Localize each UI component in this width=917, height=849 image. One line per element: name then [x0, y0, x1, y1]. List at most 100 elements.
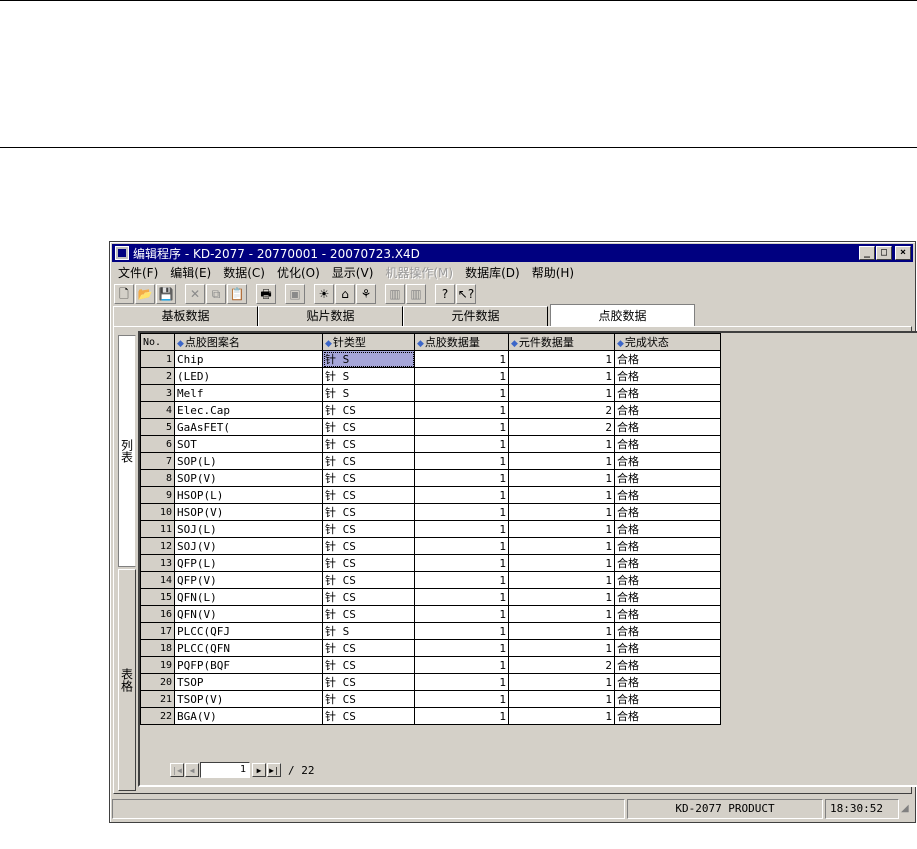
- dispense-count-cell[interactable]: 1: [414, 554, 509, 572]
- part-count-cell[interactable]: 2: [508, 418, 615, 436]
- pattern-name-cell[interactable]: TSOP: [174, 673, 323, 691]
- part-count-cell[interactable]: 1: [508, 350, 615, 368]
- pattern-name-cell[interactable]: (LED): [174, 367, 323, 385]
- part-count-cell[interactable]: 1: [508, 469, 615, 487]
- maximize-button[interactable]: □: [876, 246, 892, 260]
- needle-type-cell[interactable]: 针 S: [322, 384, 415, 402]
- needle-type-cell[interactable]: 针 S: [322, 350, 415, 368]
- needle-type-cell[interactable]: 针 CS: [322, 554, 415, 572]
- pattern-name-cell[interactable]: SOP(L): [174, 452, 323, 470]
- menu-item-4[interactable]: 显示(V): [326, 264, 380, 281]
- table-row[interactable]: 9 HSOP(L) 针 CS 1 1 合格: [140, 486, 721, 504]
- row-number[interactable]: 19: [140, 656, 175, 674]
- prev-record-button[interactable]: ◀: [185, 763, 199, 777]
- pattern-name-cell[interactable]: TSOP(V): [174, 690, 323, 708]
- table-row[interactable]: 6 SOT 针 CS 1 1 合格: [140, 435, 721, 453]
- dispense-count-cell[interactable]: 1: [414, 435, 509, 453]
- menu-item-5[interactable]: 机器操作(M): [379, 264, 459, 281]
- optimize-button[interactable]: ⚘: [356, 284, 376, 304]
- pattern-name-cell[interactable]: BGA(V): [174, 707, 323, 725]
- row-number[interactable]: 15: [140, 588, 175, 606]
- table-row[interactable]: 1 Chip 针 S 1 1 合格: [140, 350, 721, 368]
- table-row[interactable]: 5 GaAsFET(针 CS 1 2 合格: [140, 418, 721, 436]
- open-folder-button[interactable]: 📂: [135, 284, 155, 304]
- pattern-name-cell[interactable]: PLCC(QFN: [174, 639, 323, 657]
- needle-type-cell[interactable]: 针 CS: [322, 418, 415, 436]
- new-file-button[interactable]: 🗋: [114, 284, 134, 304]
- dispense-count-cell[interactable]: 1: [414, 350, 509, 368]
- record-number-input[interactable]: 1: [200, 762, 250, 778]
- stop-button[interactable]: ▥: [406, 284, 426, 304]
- dispense-count-cell[interactable]: 1: [414, 367, 509, 385]
- paste-button[interactable]: 📋: [227, 284, 247, 304]
- pattern-name-cell[interactable]: SOT: [174, 435, 323, 453]
- status-cell[interactable]: 合格: [614, 622, 721, 640]
- needle-type-cell[interactable]: 针 CS: [322, 571, 415, 589]
- find-button[interactable]: ▣: [285, 284, 305, 304]
- row-number[interactable]: 2: [140, 367, 175, 385]
- status-cell[interactable]: 合格: [614, 435, 721, 453]
- row-number[interactable]: 9: [140, 486, 175, 504]
- menu-item-6[interactable]: 数据库(D): [459, 264, 526, 281]
- status-cell[interactable]: 合格: [614, 537, 721, 555]
- needle-type-cell[interactable]: 针 CS: [322, 605, 415, 623]
- dispense-count-cell[interactable]: 1: [414, 571, 509, 589]
- row-number[interactable]: 6: [140, 435, 175, 453]
- needle-type-cell[interactable]: 针 CS: [322, 673, 415, 691]
- part-count-cell[interactable]: 1: [508, 452, 615, 470]
- light-button[interactable]: ☀: [314, 284, 334, 304]
- column-header-dispense-count[interactable]: ◆点胶数据量: [414, 333, 509, 351]
- resize-grip-icon[interactable]: ◢: [901, 799, 913, 817]
- row-number[interactable]: 14: [140, 571, 175, 589]
- table-row[interactable]: 22 BGA(V) 针 CS 1 1 合格: [140, 707, 721, 725]
- row-number[interactable]: 11: [140, 520, 175, 538]
- row-number[interactable]: 20: [140, 673, 175, 691]
- dispense-count-cell[interactable]: 1: [414, 656, 509, 674]
- column-header-needle[interactable]: ◆针类型: [322, 333, 415, 351]
- table-row[interactable]: 11 SOJ(L) 针 CS 1 1 合格: [140, 520, 721, 538]
- copy-button[interactable]: ⧉: [206, 284, 226, 304]
- needle-type-cell[interactable]: 针 CS: [322, 639, 415, 657]
- dispense-count-cell[interactable]: 1: [414, 469, 509, 487]
- pattern-name-cell[interactable]: SOJ(L): [174, 520, 323, 538]
- dispense-count-cell[interactable]: 1: [414, 605, 509, 623]
- part-count-cell[interactable]: 2: [508, 401, 615, 419]
- status-cell[interactable]: 合格: [614, 503, 721, 521]
- table-row[interactable]: 4 Elec.Cap 针 CS 1 2 合格: [140, 401, 721, 419]
- table-row[interactable]: 2 (LED) 针 S 1 1 合格: [140, 367, 721, 385]
- first-record-button[interactable]: |◀: [170, 763, 184, 777]
- part-count-cell[interactable]: 1: [508, 435, 615, 453]
- side-tab-list[interactable]: 列表: [118, 335, 136, 567]
- column-header-pattern[interactable]: ◆点胶图案名: [174, 333, 323, 351]
- row-number[interactable]: 7: [140, 452, 175, 470]
- dispense-count-cell[interactable]: 1: [414, 401, 509, 419]
- part-count-cell[interactable]: 1: [508, 673, 615, 691]
- pattern-name-cell[interactable]: QFN(L): [174, 588, 323, 606]
- part-count-cell[interactable]: 1: [508, 367, 615, 385]
- table-row[interactable]: 16 QFN(V) 针 CS 1 1 合格: [140, 605, 721, 623]
- dispense-count-cell[interactable]: 1: [414, 418, 509, 436]
- menu-item-7[interactable]: 帮助(H): [526, 264, 580, 281]
- last-record-button[interactable]: ▶|: [267, 763, 281, 777]
- dispense-count-cell[interactable]: 1: [414, 707, 509, 725]
- tab-0[interactable]: 基板数据: [113, 306, 258, 326]
- context-help-button[interactable]: ↖?: [456, 284, 476, 304]
- part-count-cell[interactable]: 1: [508, 554, 615, 572]
- needle-type-cell[interactable]: 针 S: [322, 367, 415, 385]
- status-cell[interactable]: 合格: [614, 554, 721, 572]
- status-cell[interactable]: 合格: [614, 639, 721, 657]
- next-record-button[interactable]: ▶: [252, 763, 266, 777]
- tab-1[interactable]: 贴片数据: [258, 306, 403, 326]
- part-count-cell[interactable]: 1: [508, 622, 615, 640]
- row-number[interactable]: 13: [140, 554, 175, 572]
- table-row[interactable]: 10 HSOP(V) 针 CS 1 1 合格: [140, 503, 721, 521]
- pattern-name-cell[interactable]: QFP(V): [174, 571, 323, 589]
- part-count-cell[interactable]: 1: [508, 537, 615, 555]
- part-count-cell[interactable]: 1: [508, 605, 615, 623]
- status-cell[interactable]: 合格: [614, 469, 721, 487]
- row-number[interactable]: 4: [140, 401, 175, 419]
- minimize-button[interactable]: _: [859, 246, 875, 260]
- side-tab-table[interactable]: 表格: [118, 569, 136, 791]
- needle-type-cell[interactable]: 针 CS: [322, 503, 415, 521]
- part-count-cell[interactable]: 1: [508, 520, 615, 538]
